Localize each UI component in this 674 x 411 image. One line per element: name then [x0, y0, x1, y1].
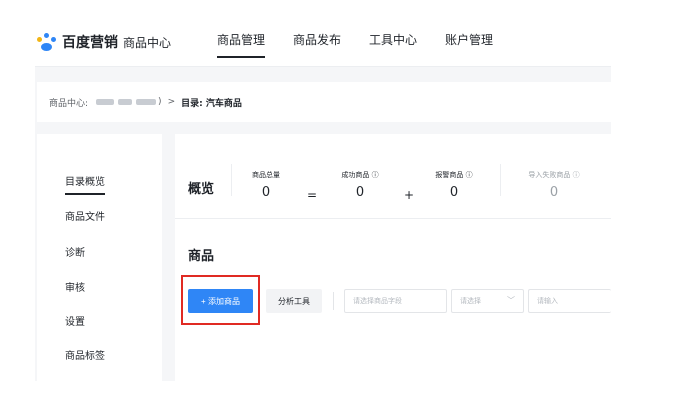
app-window: 百度营销 商品中心 商品管理 商品发布 工具中心 账户管理 商品中心: ) > …	[35, 16, 611, 381]
stat-alert-products[interactable]: 报警商品 ⓘ 0	[427, 170, 481, 200]
nav-item-product-management[interactable]: 商品管理	[203, 16, 279, 64]
condition-select[interactable]: 请选择 ﹀	[451, 289, 524, 313]
sidebar-item-review[interactable]: 审核	[65, 279, 85, 294]
stat-import-failed-products[interactable]: 导入失败商品 ⓘ 0	[518, 170, 590, 200]
sidebar-item-diagnosis[interactable]: 诊断	[65, 244, 85, 259]
products-section-title: 商品	[188, 249, 215, 264]
stat-label: 商品总量	[252, 171, 280, 179]
section-divider	[175, 218, 611, 219]
sidebar-item-product-tags[interactable]: 商品标签	[65, 347, 105, 362]
breadcrumb-current: 目录: 汽车商品	[181, 98, 242, 109]
product-field-select[interactable]: 请选择商品字段	[344, 289, 447, 313]
baidu-paw-logo-icon	[37, 33, 57, 51]
select-placeholder: 请选择商品字段	[353, 297, 402, 305]
top-bar: 百度营销 商品中心 商品管理 商品发布 工具中心 账户管理	[35, 16, 611, 67]
breadcrumb-root[interactable]: 商品中心:	[49, 96, 88, 109]
stat-total-products: 商品总量 0	[241, 170, 291, 200]
stat-value: 0	[355, 185, 365, 200]
overview-divider	[500, 164, 501, 196]
sidebar-item-product-files[interactable]: 商品文件	[65, 208, 105, 223]
redacted-account-block	[136, 99, 157, 105]
stat-label: 导入失败商品 ⓘ	[528, 171, 580, 179]
brand-subtitle: 商品中心	[123, 35, 172, 50]
keyword-input[interactable]: 请输入	[528, 289, 611, 313]
redacted-account-block	[118, 99, 133, 105]
redacted-account-block	[96, 99, 115, 105]
analysis-tool-button[interactable]: 分析工具	[266, 289, 322, 313]
select-placeholder: 请选择	[460, 297, 481, 305]
stat-label: 成功商品 ⓘ	[341, 171, 379, 179]
stat-label: 报警商品 ⓘ	[435, 171, 473, 179]
breadcrumb: 商品中心: ) > 目录: 汽车商品	[37, 82, 611, 122]
stat-value: 0	[449, 185, 459, 200]
main-nav: 商品管理 商品发布 工具中心 账户管理	[203, 16, 507, 64]
input-placeholder: 请输入	[537, 297, 558, 305]
overview-title: 概览	[188, 182, 215, 197]
sidebar: 目录概览 商品文件 诊断 审核 设置 商品标签	[37, 134, 162, 381]
sidebar-item-catalog-overview[interactable]: 目录概览	[65, 173, 105, 195]
main-panel: 概览 商品总量 0 = 成功商品 ⓘ 0 + 报警商品 ⓘ 0 导入失败商品 ⓘ…	[175, 134, 611, 381]
stat-value: 0	[549, 185, 559, 200]
chevron-down-icon: ﹀	[507, 296, 515, 305]
nav-item-account-management[interactable]: 账户管理	[431, 16, 507, 64]
stat-value: 0	[261, 185, 271, 200]
overview-divider	[231, 164, 232, 196]
nav-item-product-publish[interactable]: 商品发布	[279, 16, 355, 64]
nav-item-tool-center[interactable]: 工具中心	[355, 16, 431, 64]
operator-plus: +	[404, 188, 415, 202]
stat-success-products[interactable]: 成功商品 ⓘ 0	[333, 170, 387, 200]
toolbar-divider	[333, 292, 334, 310]
brand-name: 百度营销	[62, 35, 118, 51]
breadcrumb-paren: )	[158, 97, 162, 107]
operator-equals: =	[307, 188, 318, 202]
brand[interactable]: 百度营销 商品中心	[37, 32, 171, 52]
breadcrumb-separator: >	[167, 97, 176, 107]
sidebar-item-settings[interactable]: 设置	[65, 313, 85, 328]
add-product-button[interactable]: + 添加商品	[188, 289, 253, 313]
